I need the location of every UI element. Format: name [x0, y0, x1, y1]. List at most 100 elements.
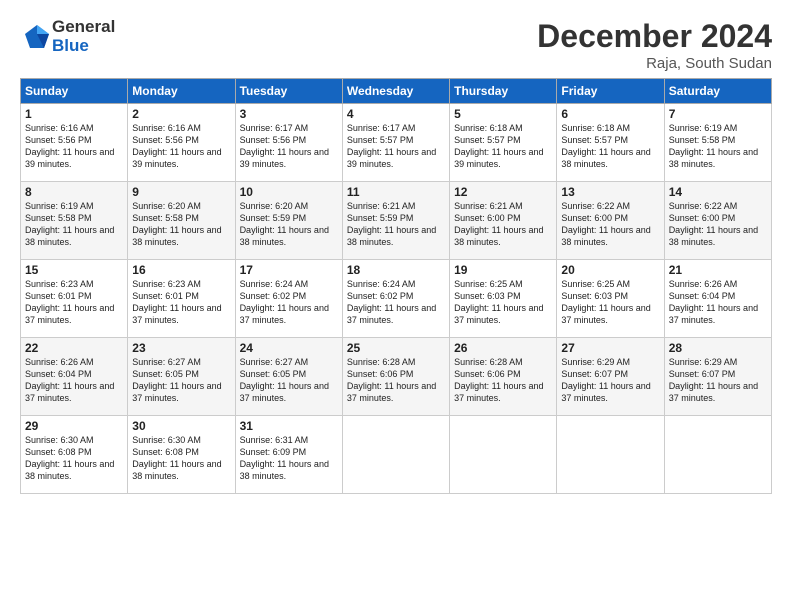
day-number: 18 — [347, 263, 445, 277]
day-detail: Sunrise: 6:24 AMSunset: 6:02 PMDaylight:… — [240, 279, 329, 325]
day-number: 11 — [347, 185, 445, 199]
table-row: 3 Sunrise: 6:17 AMSunset: 5:56 PMDaylight… — [235, 104, 342, 182]
table-row: 26 Sunrise: 6:28 AMSunset: 6:06 PMDayligh… — [450, 338, 557, 416]
day-number: 6 — [561, 107, 659, 121]
header: General Blue December 2024 Raja, South S… — [20, 18, 772, 72]
calendar-week-row: 22 Sunrise: 6:26 AMSunset: 6:04 PMDayligh… — [21, 338, 772, 416]
day-detail: Sunrise: 6:28 AMSunset: 6:06 PMDaylight:… — [454, 357, 543, 403]
table-row: 29Sunrise: 6:30 AMSunset: 6:08 PMDayligh… — [21, 416, 128, 494]
title-block: December 2024 Raja, South Sudan — [537, 18, 772, 72]
day-number: 23 — [132, 341, 230, 355]
day-number: 7 — [669, 107, 767, 121]
page: General Blue December 2024 Raja, South S… — [0, 0, 792, 612]
day-detail: Sunrise: 6:25 AMSunset: 6:03 PMDaylight:… — [454, 279, 543, 325]
day-number: 22 — [25, 341, 123, 355]
col-tuesday: Tuesday — [235, 79, 342, 104]
day-detail: Sunrise: 6:28 AMSunset: 6:06 PMDaylight:… — [347, 357, 436, 403]
day-number: 3 — [240, 107, 338, 121]
day-detail: Sunrise: 6:22 AMSunset: 6:00 PMDaylight:… — [561, 201, 650, 247]
day-detail: Sunrise: 6:19 AMSunset: 5:58 PMDaylight:… — [25, 201, 114, 247]
day-detail: Sunrise: 6:17 AMSunset: 5:56 PMDaylight:… — [240, 123, 329, 169]
logo-text: General Blue — [52, 18, 115, 55]
day-detail: Sunrise: 6:17 AMSunset: 5:57 PMDaylight:… — [347, 123, 436, 169]
table-row: 13 Sunrise: 6:22 AMSunset: 6:00 PMDayligh… — [557, 182, 664, 260]
table-row: 12 Sunrise: 6:21 AMSunset: 6:00 PMDayligh… — [450, 182, 557, 260]
table-row: 21Sunrise: 6:26 AMSunset: 6:04 PMDayligh… — [664, 260, 771, 338]
calendar-week-row: 8 Sunrise: 6:19 AMSunset: 5:58 PMDaylight… — [21, 182, 772, 260]
main-title: December 2024 — [537, 18, 772, 55]
day-detail: Sunrise: 6:18 AMSunset: 5:57 PMDaylight:… — [561, 123, 650, 169]
day-number: 15 — [25, 263, 123, 277]
day-number: 27 — [561, 341, 659, 355]
table-row: 10 Sunrise: 6:20 AMSunset: 5:59 PMDayligh… — [235, 182, 342, 260]
table-row: 27 Sunrise: 6:29 AMSunset: 6:07 PMDayligh… — [557, 338, 664, 416]
day-detail: Sunrise: 6:31 AMSunset: 6:09 PMDaylight:… — [240, 435, 329, 481]
table-row: 5 Sunrise: 6:18 AMSunset: 5:57 PMDaylight… — [450, 104, 557, 182]
day-number: 20 — [561, 263, 659, 277]
day-detail: Sunrise: 6:27 AMSunset: 6:05 PMDaylight:… — [240, 357, 329, 403]
col-sunday: Sunday — [21, 79, 128, 104]
col-saturday: Saturday — [664, 79, 771, 104]
table-row: 11 Sunrise: 6:21 AMSunset: 5:59 PMDayligh… — [342, 182, 449, 260]
table-row: 15Sunrise: 6:23 AMSunset: 6:01 PMDayligh… — [21, 260, 128, 338]
day-number: 2 — [132, 107, 230, 121]
table-row: 8 Sunrise: 6:19 AMSunset: 5:58 PMDaylight… — [21, 182, 128, 260]
day-detail: Sunrise: 6:25 AMSunset: 6:03 PMDaylight:… — [561, 279, 650, 325]
table-row: 28Sunrise: 6:29 AMSunset: 6:07 PMDayligh… — [664, 338, 771, 416]
day-detail: Sunrise: 6:16 AMSunset: 5:56 PMDaylight:… — [132, 123, 221, 169]
table-row: 23 Sunrise: 6:27 AMSunset: 6:05 PMDayligh… — [128, 338, 235, 416]
day-number: 25 — [347, 341, 445, 355]
calendar: Sunday Monday Tuesday Wednesday Thursday… — [20, 78, 772, 494]
table-row: 16Sunrise: 6:23 AMSunset: 6:01 PMDayligh… — [128, 260, 235, 338]
table-row: 2 Sunrise: 6:16 AMSunset: 5:56 PMDaylight… — [128, 104, 235, 182]
day-number: 26 — [454, 341, 552, 355]
table-row — [450, 416, 557, 494]
table-row: 18 Sunrise: 6:24 AMSunset: 6:02 PMDayligh… — [342, 260, 449, 338]
table-row: 20 Sunrise: 6:25 AMSunset: 6:03 PMDayligh… — [557, 260, 664, 338]
table-row: 7 Sunrise: 6:19 AMSunset: 5:58 PMDaylight… — [664, 104, 771, 182]
day-number: 4 — [347, 107, 445, 121]
day-detail: Sunrise: 6:18 AMSunset: 5:57 PMDaylight:… — [454, 123, 543, 169]
logo-icon — [22, 22, 52, 52]
day-number: 10 — [240, 185, 338, 199]
day-number: 13 — [561, 185, 659, 199]
day-number: 31 — [240, 419, 338, 433]
calendar-week-row: 29Sunrise: 6:30 AMSunset: 6:08 PMDayligh… — [21, 416, 772, 494]
col-wednesday: Wednesday — [342, 79, 449, 104]
day-number: 8 — [25, 185, 123, 199]
table-row: 19 Sunrise: 6:25 AMSunset: 6:03 PMDayligh… — [450, 260, 557, 338]
day-detail: Sunrise: 6:26 AMSunset: 6:04 PMDaylight:… — [25, 357, 114, 403]
day-detail: Sunrise: 6:21 AMSunset: 6:00 PMDaylight:… — [454, 201, 543, 247]
day-detail: Sunrise: 6:24 AMSunset: 6:02 PMDaylight:… — [347, 279, 436, 325]
day-detail: Sunrise: 6:30 AMSunset: 6:08 PMDaylight:… — [132, 435, 221, 481]
logo-general: General — [52, 18, 115, 37]
table-row: 17 Sunrise: 6:24 AMSunset: 6:02 PMDayligh… — [235, 260, 342, 338]
day-detail: Sunrise: 6:22 AMSunset: 6:00 PMDaylight:… — [669, 201, 758, 247]
table-row: 22 Sunrise: 6:26 AMSunset: 6:04 PMDayligh… — [21, 338, 128, 416]
day-number: 14 — [669, 185, 767, 199]
day-number: 19 — [454, 263, 552, 277]
day-detail: Sunrise: 6:30 AMSunset: 6:08 PMDaylight:… — [25, 435, 114, 481]
day-detail: Sunrise: 6:27 AMSunset: 6:05 PMDaylight:… — [132, 357, 221, 403]
table-row: 1Sunrise: 6:16 AMSunset: 5:56 PMDaylight… — [21, 104, 128, 182]
day-detail: Sunrise: 6:20 AMSunset: 5:58 PMDaylight:… — [132, 201, 221, 247]
col-thursday: Thursday — [450, 79, 557, 104]
day-number: 17 — [240, 263, 338, 277]
day-number: 5 — [454, 107, 552, 121]
day-detail: Sunrise: 6:26 AMSunset: 6:04 PMDaylight:… — [669, 279, 758, 325]
day-detail: Sunrise: 6:29 AMSunset: 6:07 PMDaylight:… — [561, 357, 650, 403]
logo: General Blue — [20, 18, 115, 55]
day-number: 12 — [454, 185, 552, 199]
day-detail: Sunrise: 6:19 AMSunset: 5:58 PMDaylight:… — [669, 123, 758, 169]
day-number: 16 — [132, 263, 230, 277]
day-detail: Sunrise: 6:20 AMSunset: 5:59 PMDaylight:… — [240, 201, 329, 247]
table-row: 30Sunrise: 6:30 AMSunset: 6:08 PMDayligh… — [128, 416, 235, 494]
calendar-header-row: Sunday Monday Tuesday Wednesday Thursday… — [21, 79, 772, 104]
calendar-week-row: 15Sunrise: 6:23 AMSunset: 6:01 PMDayligh… — [21, 260, 772, 338]
day-number: 28 — [669, 341, 767, 355]
table-row: 6 Sunrise: 6:18 AMSunset: 5:57 PMDaylight… — [557, 104, 664, 182]
day-detail: Sunrise: 6:21 AMSunset: 5:59 PMDaylight:… — [347, 201, 436, 247]
table-row — [664, 416, 771, 494]
col-monday: Monday — [128, 79, 235, 104]
table-row — [342, 416, 449, 494]
